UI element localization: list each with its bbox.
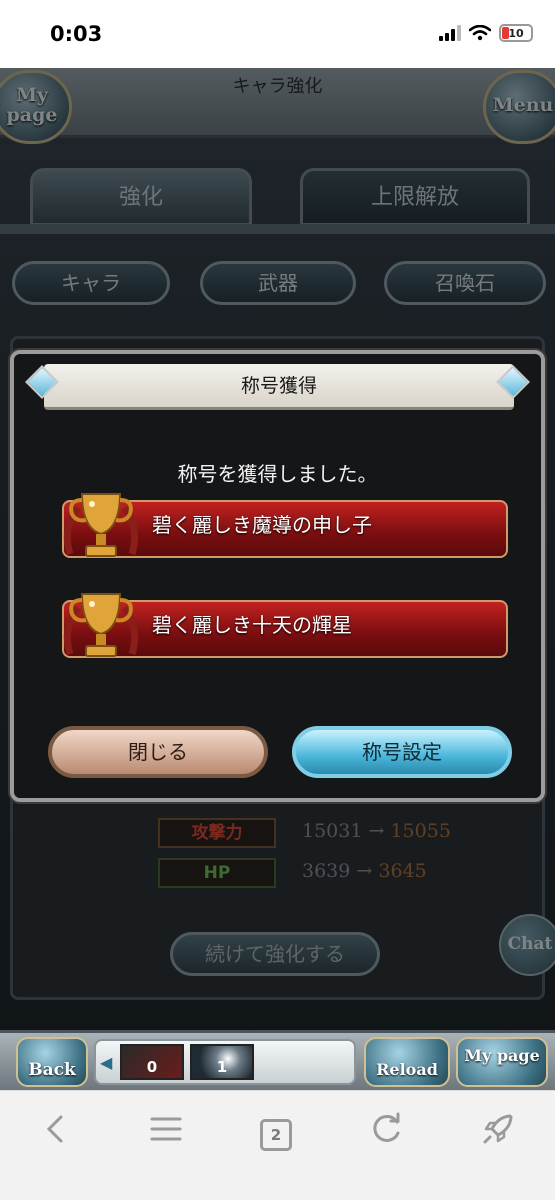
close-button[interactable]: 閉じる [48,726,268,778]
browser-toolbar: 2 [0,1090,555,1200]
shortcut-slot[interactable]: 1 [190,1044,254,1080]
game-bottom-nav: Back ◀ 0 1 Reload My page [0,1030,555,1090]
reload-button[interactable]: Reload [364,1037,450,1087]
back-button[interactable]: Back [16,1037,88,1087]
title-settings-button[interactable]: 称号設定 [292,726,512,778]
signal-icon [439,25,461,41]
battery-level: 10 [508,26,524,40]
title-item: 碧く麗しき魔導の申し子 [56,493,508,558]
dialog-header: 称号獲得 [44,364,514,410]
game-screen: キャラ強化 My page Menu 強化 上限解放 キャラ 武器 召喚石 攻撃… [0,68,555,1090]
dialog-message: 称号を獲得しました。 [177,462,378,486]
wifi-icon [469,25,491,41]
status-bar: 0:03 10 [0,0,555,68]
shortcut-bar: ◀ 0 1 [94,1039,356,1085]
back-icon[interactable] [34,1107,78,1151]
tab-count: 2 [260,1119,292,1151]
title-acquired-dialog: 称号獲得 称号を獲得しました。 碧く麗しき魔導の申し子 碧く麗しき十天の輝星 閉… [10,350,545,802]
title-name: 碧く麗しき魔導の申し子 [152,513,372,537]
rocket-icon[interactable] [476,1107,520,1151]
slot-count: 0 [146,1058,158,1076]
title-name: 碧く麗しき十天の輝星 [152,613,352,637]
shortcut-slot[interactable]: 0 [120,1044,184,1080]
status-icons: 10 [439,24,533,42]
slot-count: 1 [216,1058,228,1076]
trophy-icon [63,493,139,557]
tabs-icon[interactable]: 2 [254,1107,298,1151]
refresh-icon[interactable] [364,1107,408,1151]
title-item: 碧く麗しき十天の輝星 [56,593,508,658]
mypage-nav-button[interactable]: My page [456,1037,548,1087]
battery-icon: 10 [499,24,533,42]
status-time: 0:03 [50,22,103,46]
trophy-icon [63,593,139,657]
left-arrow-icon[interactable]: ◀ [100,1053,112,1072]
dialog-title: 称号獲得 [240,375,317,397]
menu-icon[interactable] [144,1107,188,1151]
